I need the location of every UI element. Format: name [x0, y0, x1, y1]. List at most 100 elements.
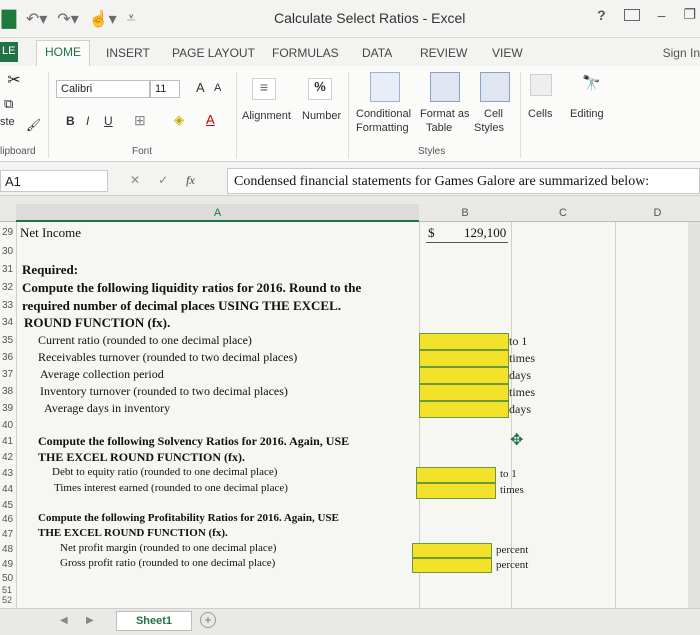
group-label-clipboard: lipboard: [0, 146, 36, 157]
cell-a41[interactable]: Compute the following Solvency Ratios fo…: [38, 434, 349, 449]
cell-a44[interactable]: Times interest earned (rounded to one de…: [54, 482, 288, 494]
fill-color-icon[interactable]: ◈: [174, 112, 184, 128]
restore-icon[interactable]: ❐: [683, 6, 696, 23]
ribbon-display-icon[interactable]: [623, 8, 640, 21]
answer-cell-b39[interactable]: [419, 401, 509, 418]
table-row: 32 Compute the following liquidity ratio…: [0, 280, 700, 297]
answer-cell-b37[interactable]: [419, 367, 509, 384]
cell-a46[interactable]: Compute the following Profitability Rati…: [38, 512, 339, 524]
cell-a43[interactable]: Debt to equity ratio (rounded to one dec…: [52, 466, 277, 478]
redo-icon[interactable]: ↷▾: [55, 9, 80, 29]
formula-input[interactable]: Condensed financial statements for Games…: [227, 168, 700, 194]
borders-icon[interactable]: ⊞: [134, 112, 146, 129]
cell-a35[interactable]: Current ratio (rounded to one decimal pl…: [38, 333, 252, 348]
tab-home[interactable]: HOME: [36, 40, 90, 66]
cell-a39[interactable]: Average days in inventory: [44, 401, 170, 416]
help-button[interactable]: ?: [597, 7, 606, 23]
column-header-b[interactable]: B: [419, 204, 511, 222]
customize-toolbar-icon[interactable]: ⩡: [125, 10, 138, 28]
cell-a32[interactable]: Compute the following liquidity ratios f…: [22, 280, 361, 296]
number-button[interactable]: Number: [302, 110, 341, 122]
table-row: 42 THE EXCEL ROUND FUNCTION (fx).: [0, 450, 700, 467]
column-header-c[interactable]: C: [511, 204, 615, 222]
cell-styles-label[interactable]: Cell: [484, 108, 503, 120]
name-box[interactable]: A1: [0, 170, 108, 192]
underline-button[interactable]: U: [104, 114, 113, 128]
enter-icon[interactable]: ✓: [158, 173, 168, 188]
cell-a49[interactable]: Gross profit ratio (rounded to one decim…: [60, 557, 275, 569]
bold-button[interactable]: B: [66, 114, 75, 128]
column-header-a[interactable]: A: [16, 204, 419, 222]
cell-a29[interactable]: Net Income: [20, 225, 81, 241]
cell-a37[interactable]: Average collection period: [40, 367, 164, 382]
sheet-tab-sheet1[interactable]: Sheet1: [116, 611, 192, 631]
copy-icon[interactable]: ⧉: [4, 96, 24, 114]
tab-review[interactable]: REVIEW: [420, 46, 467, 60]
alignment-button[interactable]: Alignment: [242, 110, 291, 122]
font-size-select[interactable]: 11: [150, 80, 180, 98]
cell-a38[interactable]: Inventory turnover (rounded to two decim…: [40, 384, 288, 399]
cell-b29[interactable]: 129,100: [464, 225, 506, 241]
column-header-d[interactable]: D: [615, 204, 700, 222]
cancel-icon[interactable]: ✕: [130, 173, 140, 188]
sign-in-link[interactable]: Sign In: [663, 46, 700, 60]
answer-cell-b35[interactable]: [419, 333, 509, 350]
scroll-tabs-left-icon[interactable]: ◀: [60, 615, 68, 626]
cell-a48[interactable]: Net profit margin (rounded to one decima…: [60, 542, 276, 554]
cell-styles-icon[interactable]: [480, 72, 510, 102]
unit-label: days: [509, 368, 531, 382]
answer-cell-b43[interactable]: [416, 467, 496, 483]
tab-data[interactable]: DATA: [362, 46, 392, 60]
shrink-font-button[interactable]: A: [214, 82, 221, 94]
undo-icon[interactable]: ↶▾: [24, 9, 49, 29]
cell-a47[interactable]: THE EXCEL ROUND FUNCTION (fx).: [38, 527, 228, 539]
scroll-tabs-right-icon[interactable]: ▶: [86, 615, 94, 626]
tab-insert[interactable]: INSERT: [106, 46, 150, 60]
select-all-corner[interactable]: [0, 204, 16, 222]
alignment-icon[interactable]: ≡: [252, 78, 276, 100]
answer-cell-b44[interactable]: [416, 483, 496, 499]
format-as-table-label-2[interactable]: Table: [426, 122, 452, 134]
font-color-button[interactable]: A: [206, 112, 215, 127]
conditional-formatting-icon[interactable]: [370, 72, 400, 102]
cell-a31[interactable]: Required:: [22, 262, 78, 278]
vertical-scrollbar[interactable]: [688, 222, 700, 608]
tab-formulas[interactable]: FORMULAS: [272, 46, 339, 60]
cell-styles-label-2[interactable]: Styles: [474, 122, 504, 134]
cell-a42[interactable]: THE EXCEL ROUND FUNCTION (fx).: [38, 450, 245, 465]
row-number: 51: [2, 585, 13, 595]
tab-file[interactable]: LE: [0, 42, 18, 62]
paste-button[interactable]: ste: [0, 116, 15, 128]
cell-a34[interactable]: ROUND FUNCTION (fx).: [24, 315, 170, 331]
format-as-table-label[interactable]: Format as: [420, 108, 470, 120]
cut-icon[interactable]: ✂: [4, 72, 24, 92]
cells-button[interactable]: Cells: [528, 108, 552, 120]
answer-cell-b48[interactable]: [412, 543, 492, 558]
italic-button[interactable]: I: [86, 114, 89, 128]
tab-view[interactable]: VIEW: [492, 46, 523, 60]
answer-cell-b38[interactable]: [419, 384, 509, 401]
cells-icon[interactable]: [530, 74, 552, 96]
font-name-select[interactable]: Calibri: [56, 80, 150, 98]
add-sheet-icon[interactable]: +: [200, 612, 216, 628]
grow-font-button[interactable]: A: [196, 80, 205, 95]
insert-function-icon[interactable]: fx: [186, 173, 195, 188]
tab-page-layout[interactable]: PAGE LAYOUT: [172, 46, 255, 60]
cell-a33[interactable]: required number of decimal places USING …: [22, 298, 341, 314]
cell-a36[interactable]: Receivables turnover (rounded to two dec…: [38, 350, 297, 365]
conditional-formatting-label[interactable]: Conditional: [356, 108, 411, 120]
table-row: 31 Required:: [0, 262, 700, 279]
answer-cell-b49[interactable]: [412, 558, 492, 573]
minimize-icon[interactable]: –: [658, 7, 666, 23]
answer-cell-b36[interactable]: [419, 350, 509, 367]
editing-button[interactable]: Editing: [570, 108, 604, 120]
format-as-table-icon[interactable]: [430, 72, 460, 102]
row-number: 42: [2, 452, 14, 463]
unit-label: to 1: [509, 334, 528, 348]
percent-icon[interactable]: %: [308, 78, 332, 100]
touch-mode-icon[interactable]: ☝▾: [87, 9, 119, 29]
format-painter-icon[interactable]: 🖌: [26, 118, 41, 132]
conditional-formatting-label-2[interactable]: Formatting: [356, 122, 409, 134]
find-select-icon[interactable]: 🔭: [582, 74, 604, 96]
row-number: 31: [2, 264, 14, 275]
